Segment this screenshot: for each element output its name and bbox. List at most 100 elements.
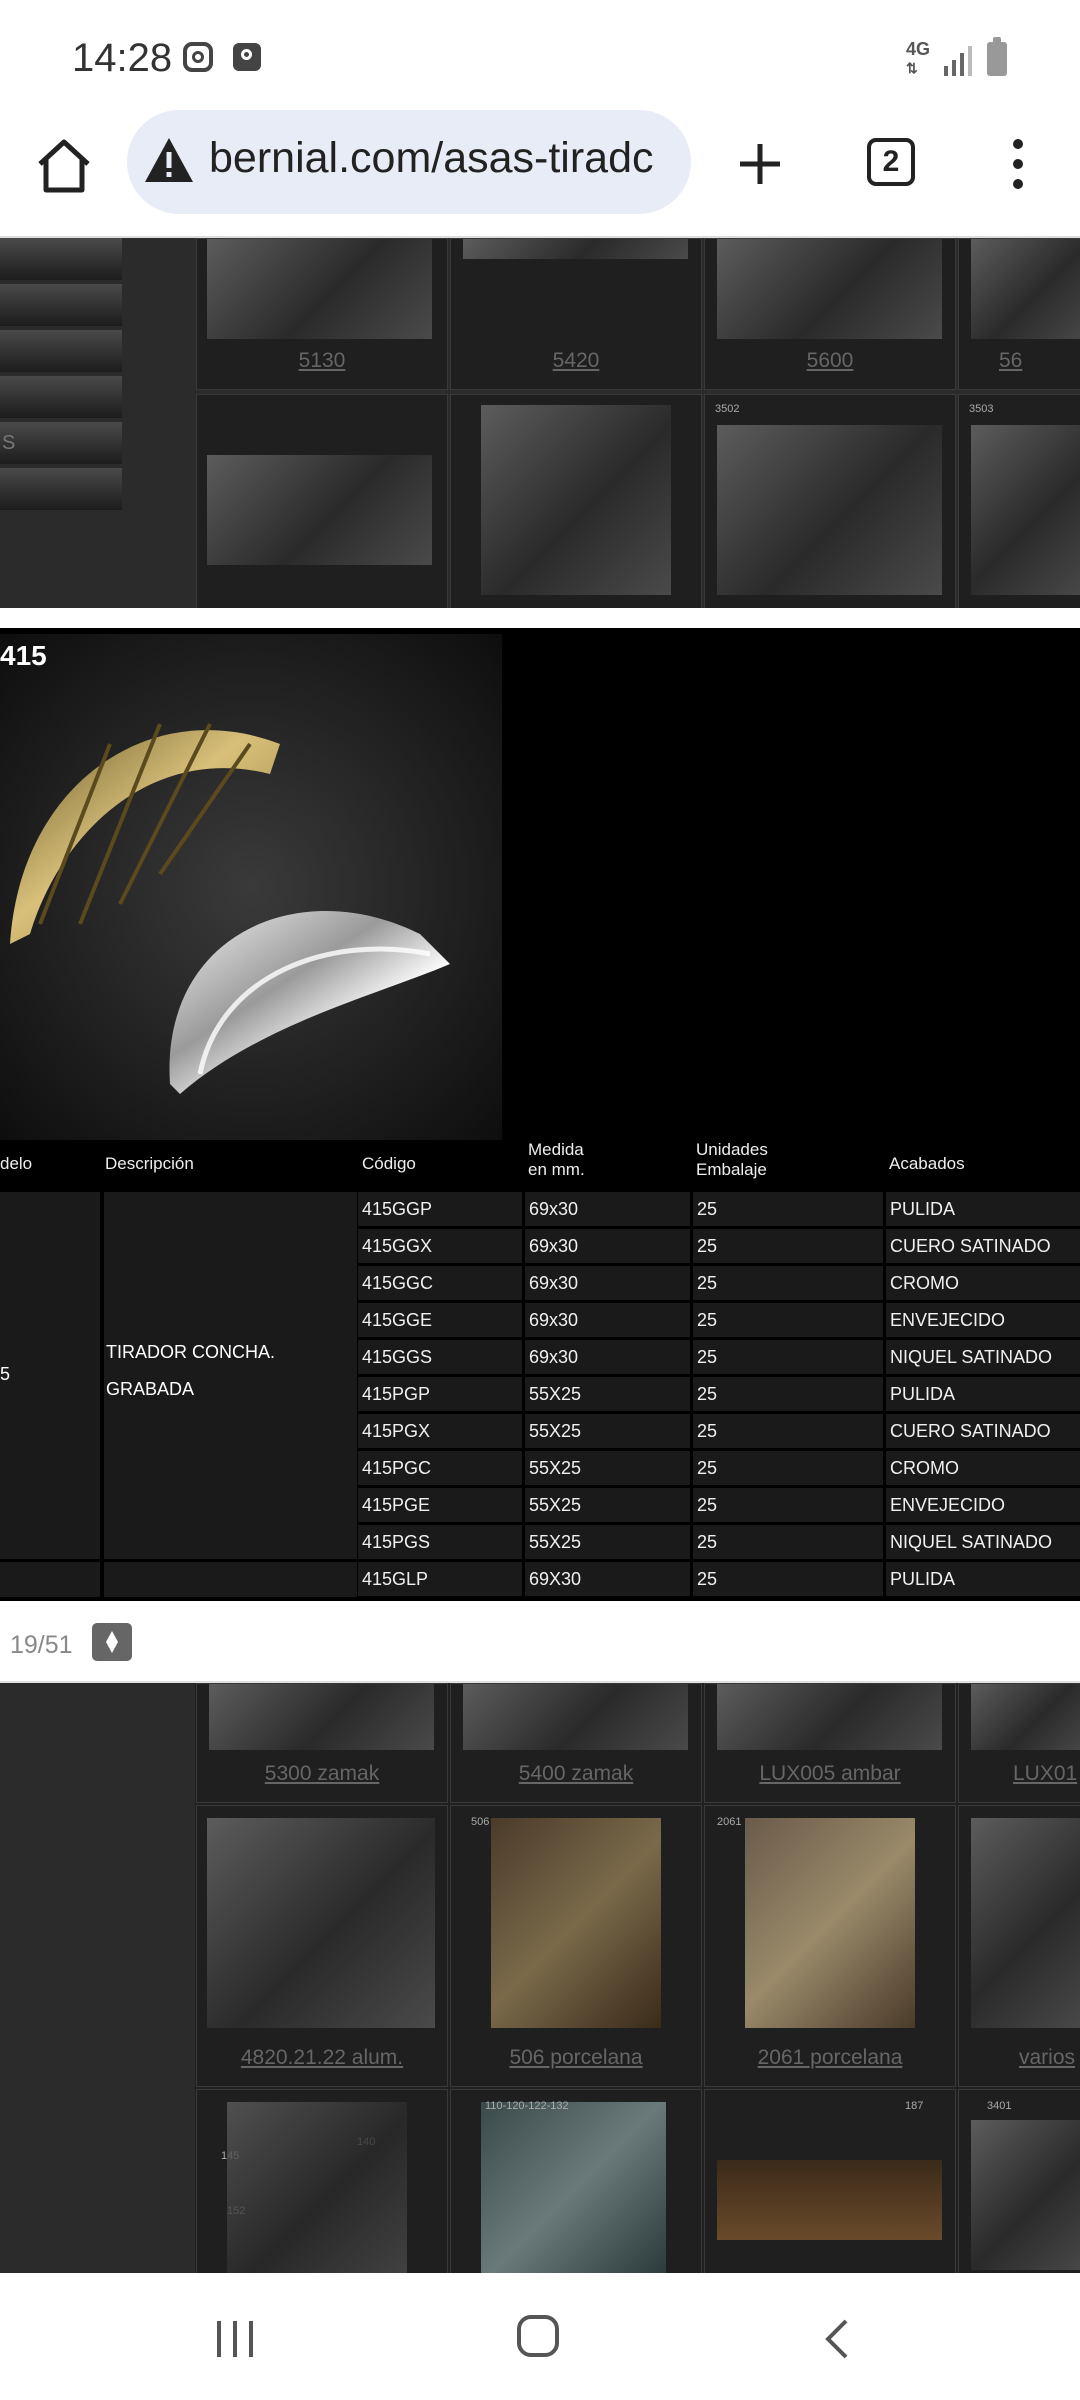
product-thumbnail[interactable]: 3503: [958, 394, 1080, 608]
product-link[interactable]: LUX01: [1013, 1762, 1080, 1786]
product-link[interactable]: 506 porcelana: [451, 2046, 701, 2070]
side-menu-item[interactable]: [0, 468, 122, 510]
side-menu-item[interactable]: [0, 238, 122, 280]
medida-cell: 55X25: [525, 1488, 690, 1522]
product-thumbnail[interactable]: LUX01: [958, 1683, 1080, 1803]
product-thumbnail[interactable]: [450, 394, 702, 608]
header-acabados: Acabados: [889, 1154, 965, 1173]
product-thumbnail[interactable]: 5420: [450, 238, 702, 390]
product-link[interactable]: 5400 zamak: [451, 1762, 701, 1786]
product-thumbnail[interactable]: 3401: [958, 2089, 1080, 2273]
product-link[interactable]: varios: [1019, 2046, 1080, 2070]
product-thumbnail[interactable]: 5300 zamak: [196, 1683, 448, 1803]
product-thumbnail[interactable]: 506 506 porcelana: [450, 1805, 702, 2087]
browser-toolbar: bernial.com/asas-tiradc 2: [0, 110, 1080, 236]
codigo-cell: 415PGP: [358, 1377, 522, 1411]
url-text[interactable]: bernial.com/asas-tiradc: [209, 134, 679, 183]
status-time: 14:28: [72, 36, 173, 80]
product-number: 506: [471, 1816, 490, 1828]
page-indicator: 19/51: [10, 1631, 73, 1659]
medida-cell: 69x30: [525, 1303, 690, 1337]
side-menu-item[interactable]: [0, 284, 122, 326]
acabado-cell: PULIDA: [886, 1377, 1080, 1411]
header-descripcion: Descripción: [105, 1154, 194, 1173]
unidades-cell: 25: [693, 1340, 883, 1374]
product-link[interactable]: 56: [999, 349, 1080, 373]
more-menu-icon[interactable]: [1000, 134, 1040, 194]
header-modelo: delo: [0, 1154, 33, 1173]
codigo-cell: 415PGE: [358, 1488, 522, 1522]
page-arrow-icon: [106, 1631, 118, 1653]
product-thumbnail[interactable]: 5400 zamak: [450, 1683, 702, 1803]
header-medida: Medida en mm.: [528, 1140, 585, 1179]
product-thumbnail[interactable]: 5600: [704, 238, 956, 390]
model-number: 415: [0, 640, 47, 671]
network-type: 4G ⇅: [906, 39, 931, 76]
product-link[interactable]: 5420: [451, 349, 701, 373]
warning-icon[interactable]: [143, 136, 195, 184]
acabado-cell: CUERO SATINADO: [886, 1414, 1080, 1448]
product-thumbnail[interactable]: LUX005 ambar: [704, 1683, 956, 1803]
product-link[interactable]: LUX005 ambar: [705, 1762, 955, 1786]
medida-cell: 69x30: [525, 1266, 690, 1300]
acabado-cell: PULIDA: [886, 1192, 1080, 1226]
medida-cell: 69x30: [525, 1340, 690, 1374]
side-menu-item[interactable]: [0, 376, 122, 418]
side-menu-item[interactable]: S: [0, 422, 122, 464]
product-thumbnail[interactable]: 5130: [196, 238, 448, 390]
back-icon[interactable]: [822, 2317, 852, 2361]
product-thumbnail[interactable]: 110-120-122-132: [450, 2089, 702, 2273]
tab-switcher-button[interactable]: 2: [867, 138, 915, 186]
product-thumbnail[interactable]: 2061 2061 porcelana: [704, 1805, 956, 2087]
product-image: [971, 1684, 1080, 1750]
codigo-cell: 415GGC: [358, 1266, 522, 1300]
side-panel: [0, 1683, 195, 2273]
product-image: [207, 1818, 435, 2028]
product-link[interactable]: 2061 porcelana: [705, 2046, 955, 2070]
codigo-cell: 415GGS: [358, 1340, 522, 1374]
recent-apps-icon[interactable]: [213, 2319, 257, 2359]
product-link[interactable]: 5130: [197, 349, 447, 373]
product-link[interactable]: 5600: [705, 349, 955, 373]
product-thumbnail[interactable]: 4820.21.22 alum.: [196, 1805, 448, 2087]
side-menu: S: [0, 238, 122, 514]
home-nav-icon[interactable]: [517, 2315, 559, 2357]
product-image: [481, 2102, 666, 2273]
product-image: [463, 239, 688, 259]
product-number: 3503: [969, 403, 994, 415]
product-link[interactable]: 4820.21.22 alum.: [197, 2046, 447, 2070]
product-thumbnail[interactable]: 3502: [704, 394, 956, 608]
codigo-cell: 415GLP: [358, 1562, 522, 1596]
side-menu-item[interactable]: [0, 330, 122, 372]
new-tab-icon[interactable]: [730, 134, 790, 194]
home-icon[interactable]: [32, 134, 96, 198]
product-thumbnail[interactable]: 56: [958, 238, 1080, 390]
medida-cell: 55X25: [525, 1451, 690, 1485]
unidades-cell: 25: [693, 1303, 883, 1337]
product-thumbnail[interactable]: 145 140 152: [196, 2089, 448, 2273]
product-image: [717, 2160, 942, 2240]
acabado-cell: ENVEJECIDO: [886, 1488, 1080, 1522]
codigo-cell: 415PGS: [358, 1525, 522, 1559]
product-link[interactable]: 5300 zamak: [197, 1762, 447, 1786]
pdf-pager: 19/51: [0, 1601, 1080, 1683]
medida-cell: 55X25: [525, 1414, 690, 1448]
acabado-cell: NIQUEL SATINADO: [886, 1340, 1080, 1374]
medida-cell: 69x30: [525, 1192, 690, 1226]
description-cell: [104, 1562, 357, 1597]
catalog-page: 415 delo Descripción Código Medida en mm.…: [0, 628, 1080, 1601]
product-thumbnail[interactable]: [196, 394, 448, 608]
page-nav-button[interactable]: [92, 1623, 132, 1661]
product-photo: [0, 634, 502, 1140]
acabado-cell: NIQUEL SATINADO: [886, 1525, 1080, 1559]
product-image: [227, 2102, 407, 2273]
address-bar[interactable]: bernial.com/asas-tiradc: [127, 110, 691, 214]
acabado-cell: CROMO: [886, 1451, 1080, 1485]
codigo-cell: 415GGE: [358, 1303, 522, 1337]
product-thumbnail[interactable]: varios: [958, 1805, 1080, 2087]
unidades-cell: 25: [693, 1192, 883, 1226]
product-image: [463, 1684, 688, 1750]
product-image: [717, 425, 942, 595]
product-thumbnail[interactable]: 187: [704, 2089, 956, 2273]
product-image: [209, 1684, 434, 1750]
